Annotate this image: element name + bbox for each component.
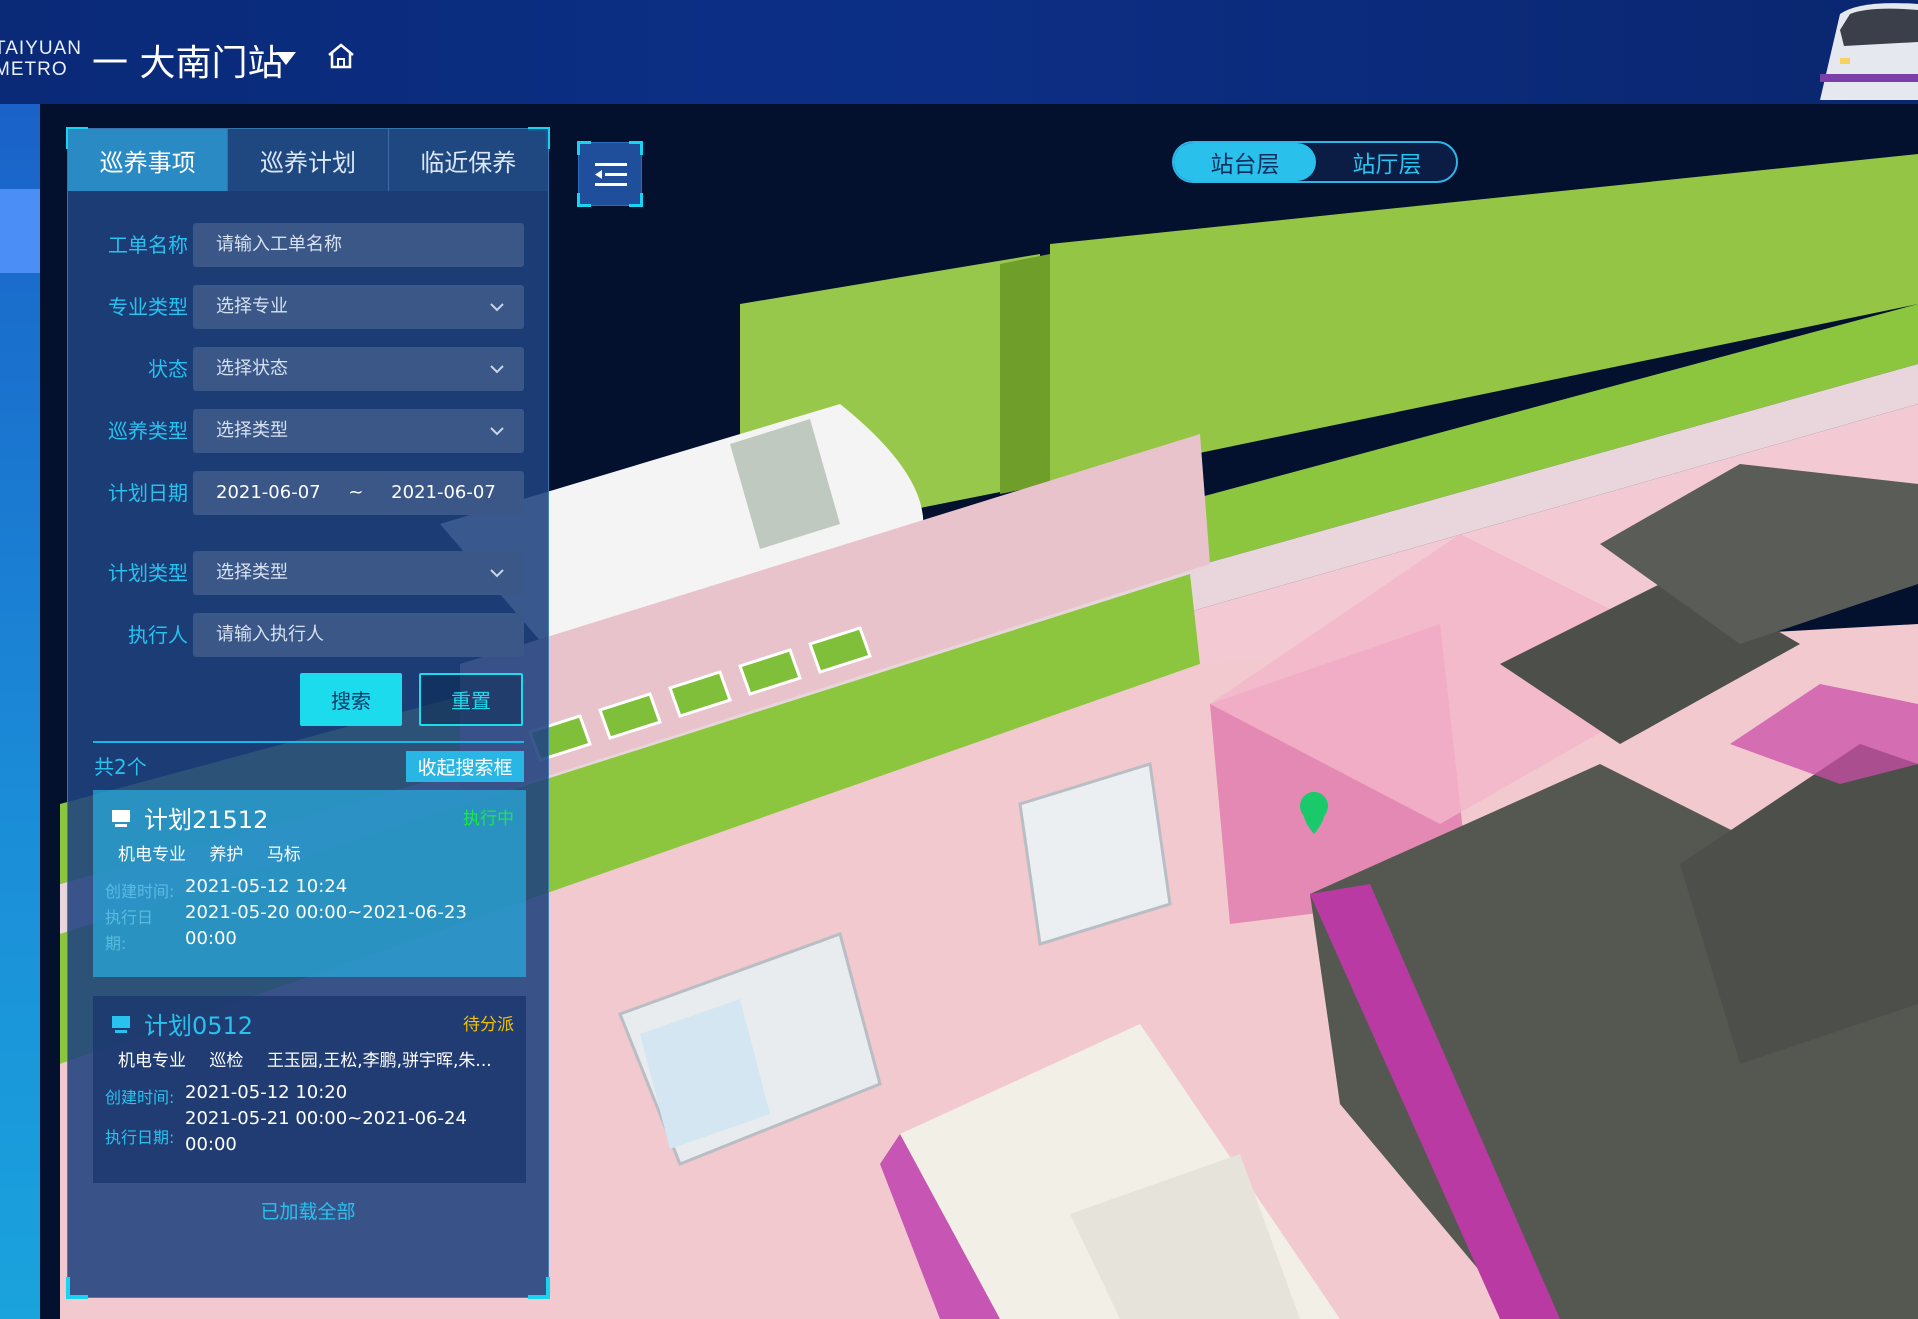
level-option-platform[interactable]: 站台层 — [1174, 143, 1316, 181]
maintenance-panel: 巡养事项 巡养计划 临近保养 工单名称 请输入工单名称 专业类型 选择专业 状态… — [66, 127, 550, 1299]
chevron-down-icon — [490, 303, 504, 312]
level-option-hall[interactable]: 站厅层 — [1316, 143, 1458, 181]
reset-button[interactable]: 重置 — [419, 673, 523, 726]
tab-patrol-plan[interactable]: 巡养计划 — [228, 129, 389, 191]
exec-date-line1: 2021-05-20 00:00~2021-06-23 — [185, 902, 467, 923]
filter-executor: 执行人 请输入执行人 — [68, 613, 548, 657]
specialty-value: 选择专业 — [216, 296, 288, 317]
search-button[interactable]: 搜索 — [300, 673, 402, 726]
logo-line-2: METRO — [0, 59, 68, 80]
loaded-all-text: 已加载全部 — [260, 1201, 356, 1223]
station-title[interactable]: 一 大南门站 — [92, 34, 283, 86]
exec-label: 执行日期: — [105, 1128, 175, 1147]
specialty-select[interactable]: 选择专业 — [193, 285, 524, 329]
tag-specialty: 机电专业 — [118, 1051, 186, 1071]
exec-date-line2: 00:00 — [185, 1134, 237, 1155]
plan-tags: 机电专业 巡检 王玉园,王松,李鹏,骈宇晖,朱... — [118, 1046, 518, 1071]
plan-date-separator: ~ — [348, 482, 364, 503]
monitor-icon — [112, 810, 130, 827]
home-icon[interactable] — [326, 42, 356, 74]
menu-toggle-button[interactable] — [577, 141, 643, 207]
plan-date-range[interactable]: 2021-06-07 ~ 2021-06-07 — [193, 471, 524, 515]
exec-label-line1: 执行日 — [105, 908, 154, 927]
metro-logo: TAIYUAN METRO — [0, 38, 82, 80]
plan-date-start[interactable]: 2021-06-07 — [216, 482, 321, 503]
filter-plan-type: 计划类型 选择类型 — [68, 551, 548, 595]
chevron-down-icon — [490, 427, 504, 436]
tag-specialty: 机电专业 — [118, 845, 186, 865]
monitor-icon — [112, 1016, 130, 1033]
filter-status: 状态 选择状态 — [68, 347, 548, 391]
specialty-label: 专业类型 — [108, 295, 188, 319]
plan-type-value: 选择类型 — [216, 562, 288, 583]
plan-name: 计划21512 — [144, 806, 269, 834]
exec-date-line2: 00:00 — [185, 928, 237, 949]
order-name-input[interactable]: 请输入工单名称 — [193, 223, 524, 267]
created-time: 2021-05-12 10:24 — [185, 876, 348, 897]
filter-patrol-type: 巡养类型 选择类型 — [68, 409, 548, 453]
plan-tags: 机电专业 养护 马标 — [118, 840, 518, 865]
patrol-type-label: 巡养类型 — [108, 419, 188, 443]
patrol-type-select[interactable]: 选择类型 — [193, 409, 524, 453]
exec-label-line2: 期: — [105, 934, 127, 953]
app-window: TAIYUAN METRO 一 大南门站 站台层 站厅层 巡养事项 巡养计划 临… — [0, 0, 1918, 1319]
created-time: 2021-05-12 10:20 — [185, 1082, 348, 1103]
created-label: 创建时间: — [105, 1088, 175, 1107]
filter-plan-date: 计划日期 2021-06-07 ~ 2021-06-07 — [68, 471, 548, 515]
logo-line-1: TAIYUAN — [0, 38, 82, 59]
collapse-search-button[interactable]: 收起搜索框 — [406, 751, 524, 782]
plan-date-label: 计划日期 — [108, 481, 188, 505]
results-divider — [93, 741, 524, 743]
plan-type-label: 计划类型 — [108, 561, 188, 585]
tag-type: 巡检 — [209, 1051, 244, 1071]
floor-level-switch[interactable]: 站台层 站厅层 — [1172, 141, 1458, 183]
status-badge: 执行中 — [463, 809, 514, 829]
plan-type-select[interactable]: 选择类型 — [193, 551, 524, 595]
created-label: 创建时间: — [105, 882, 175, 901]
panel-tabs: 巡养事项 巡养计划 临近保养 — [68, 129, 548, 191]
status-label: 状态 — [148, 357, 188, 381]
exec-date-line1: 2021-05-21 00:00~2021-06-24 — [185, 1108, 467, 1129]
tag-executor: 王玉园,王松,李鹏,骈宇晖,朱... — [266, 1051, 492, 1071]
chevron-down-icon[interactable] — [276, 52, 296, 65]
rail-active-block[interactable] — [0, 189, 40, 273]
plan-name: 计划0512 — [144, 1012, 254, 1040]
status-badge: 待分派 — [463, 1015, 514, 1035]
executor-input[interactable]: 请输入执行人 — [193, 613, 524, 657]
status-select[interactable]: 选择状态 — [193, 347, 524, 391]
result-count: 共2个 — [94, 755, 147, 779]
plan-date-end[interactable]: 2021-06-07 — [391, 482, 496, 503]
status-value: 选择状态 — [216, 358, 288, 379]
filter-specialty: 专业类型 选择专业 — [68, 285, 548, 329]
chevron-down-icon — [490, 365, 504, 374]
patrol-type-value: 选择类型 — [216, 420, 288, 441]
chevron-down-icon — [490, 569, 504, 578]
executor-label: 执行人 — [128, 623, 188, 647]
tag-type: 养护 — [209, 845, 244, 865]
tab-upcoming-maintenance[interactable]: 临近保养 — [388, 129, 548, 191]
result-card[interactable]: 计划21512 执行中 机电专业 养护 马标 创建时间: 2021-05-12 … — [93, 790, 526, 977]
left-rail — [0, 104, 40, 1319]
tab-patrol-items[interactable]: 巡养事项 — [68, 129, 229, 191]
result-card[interactable]: 计划0512 待分派 机电专业 巡检 王玉园,王松,李鹏,骈宇晖,朱... 创建… — [93, 996, 526, 1183]
filter-order-name: 工单名称 请输入工单名称 — [68, 223, 548, 267]
tag-executor: 马标 — [266, 845, 301, 865]
app-header: TAIYUAN METRO 一 大南门站 — [0, 0, 1918, 104]
train-illustration — [1780, 0, 1918, 108]
order-name-label: 工单名称 — [108, 233, 188, 257]
